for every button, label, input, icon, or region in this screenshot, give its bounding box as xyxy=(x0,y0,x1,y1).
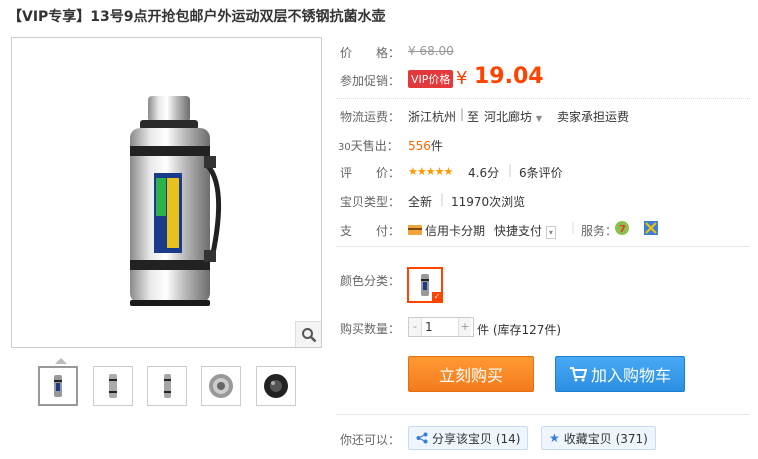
buy-now-button[interactable]: 立刻购买 xyxy=(408,356,534,392)
promo-price: 19.04 xyxy=(474,64,544,89)
checkmark-icon: ✓ xyxy=(432,292,442,302)
thumbnail-1[interactable] xyxy=(38,366,78,406)
thumbnail-image xyxy=(109,374,117,398)
thumb-pointer xyxy=(55,358,67,364)
stock-info: 件 (库存127件) xyxy=(477,323,562,337)
rating-stars: ★★★★★ xyxy=(408,165,453,178)
shipping-label: 物流运费： xyxy=(340,110,401,124)
rating-label: 评 价： xyxy=(340,166,401,180)
vip-price-badge: VIP价格 xyxy=(408,70,454,88)
ship-from: 浙江杭州 xyxy=(408,110,457,124)
color-label: 颜色分类： xyxy=(340,274,401,288)
more-actions-label: 你还可以： xyxy=(340,433,401,447)
favorite-label: 收藏宝贝 (371) xyxy=(563,431,648,446)
cart-icon xyxy=(569,367,587,382)
ship-to-prefix: 至 xyxy=(467,110,480,124)
payment-label: 支 付： xyxy=(340,224,401,238)
review-count-link[interactable]: 6条评价 xyxy=(519,164,563,181)
credit-installment[interactable]: 信用卡分期 xyxy=(425,222,485,239)
divider xyxy=(336,414,750,415)
add-to-cart-button[interactable]: 加入购物车 xyxy=(555,356,685,392)
promo-yen: ¥ xyxy=(456,68,468,89)
payment-separator: | xyxy=(571,220,576,234)
color-option-selected[interactable]: ✓ xyxy=(407,267,443,303)
sales-days: 30 xyxy=(338,142,351,153)
ship-to-city: 河北廊坊 xyxy=(484,110,533,124)
promo-label: 参加促销： xyxy=(340,74,401,88)
divider xyxy=(336,246,750,247)
item-condition: 全新 xyxy=(408,195,433,209)
view-count: 11970次浏览 xyxy=(451,195,526,209)
product-title: 【VIP专享】13号9点开抢包邮户外运动双层不锈钢抗菌水壶 xyxy=(8,9,386,25)
star-icon: ★ xyxy=(549,431,560,445)
sales-label: 30天售出： xyxy=(338,137,399,154)
thumbnail-4[interactable] xyxy=(201,366,241,406)
share-icon xyxy=(416,432,428,444)
divider xyxy=(336,98,750,99)
quantity-label: 购买数量： xyxy=(340,322,401,336)
thumbnail-image xyxy=(264,374,288,398)
item-type-label: 宝贝类型： xyxy=(340,195,401,209)
thumbnail-3[interactable] xyxy=(147,366,187,406)
thumbnail-2[interactable] xyxy=(93,366,133,406)
thumbnail-5[interactable] xyxy=(256,366,296,406)
zoom-button[interactable] xyxy=(295,321,321,347)
sales-count: 556 xyxy=(408,139,431,153)
ship-to-dropdown[interactable]: 河北廊坊 ▼ xyxy=(484,108,542,125)
favorite-button[interactable]: ★ 收藏宝贝 (371) xyxy=(541,426,656,450)
sales-unit: 件 xyxy=(430,139,443,153)
quantity-stepper[interactable]: - + xyxy=(408,317,474,337)
share-button[interactable]: 分享该宝贝 (14) xyxy=(408,426,529,450)
main-product-image[interactable] xyxy=(11,37,322,348)
rating-separator: | xyxy=(508,163,513,177)
decrement-button[interactable]: - xyxy=(409,318,421,336)
shipping-fee: 卖家承担运费 xyxy=(557,110,630,124)
sales-label-text: 天售出： xyxy=(350,139,399,153)
price-label: 价 格： xyxy=(340,46,401,60)
svg-text:7: 7 xyxy=(619,224,626,235)
rating-score: 4.6分 xyxy=(468,166,500,180)
magnifier-icon xyxy=(301,327,316,342)
service-label: 服务： xyxy=(581,224,618,238)
seven-day-return-icon[interactable]: 7 xyxy=(614,220,630,239)
thermos-image xyxy=(130,96,222,306)
chevron-down-icon: ▼ xyxy=(535,114,542,123)
quick-pay-dropdown[interactable]: 快捷支付 ▾ xyxy=(494,222,556,239)
original-price: ¥ 68.00 xyxy=(408,44,454,58)
credit-card-icon xyxy=(408,224,422,238)
increment-button[interactable]: + xyxy=(459,318,471,336)
sales-count-wrap: 556件 xyxy=(408,137,443,154)
thumbnail-image xyxy=(164,374,171,398)
type-separator: | xyxy=(440,192,445,206)
add-to-cart-label: 加入购物车 xyxy=(590,366,671,385)
quick-pay-label: 快捷支付 xyxy=(494,224,543,238)
quantity-input[interactable] xyxy=(421,318,459,336)
chevron-down-icon: ▾ xyxy=(545,226,556,239)
thumbnail-image xyxy=(54,375,62,397)
thumbnail-image xyxy=(209,374,233,398)
ship-separator: | xyxy=(460,107,465,121)
guarantee-icon[interactable] xyxy=(644,221,658,238)
share-label: 分享该宝贝 (14) xyxy=(432,431,521,446)
buy-now-label: 立刻购买 xyxy=(438,366,503,385)
